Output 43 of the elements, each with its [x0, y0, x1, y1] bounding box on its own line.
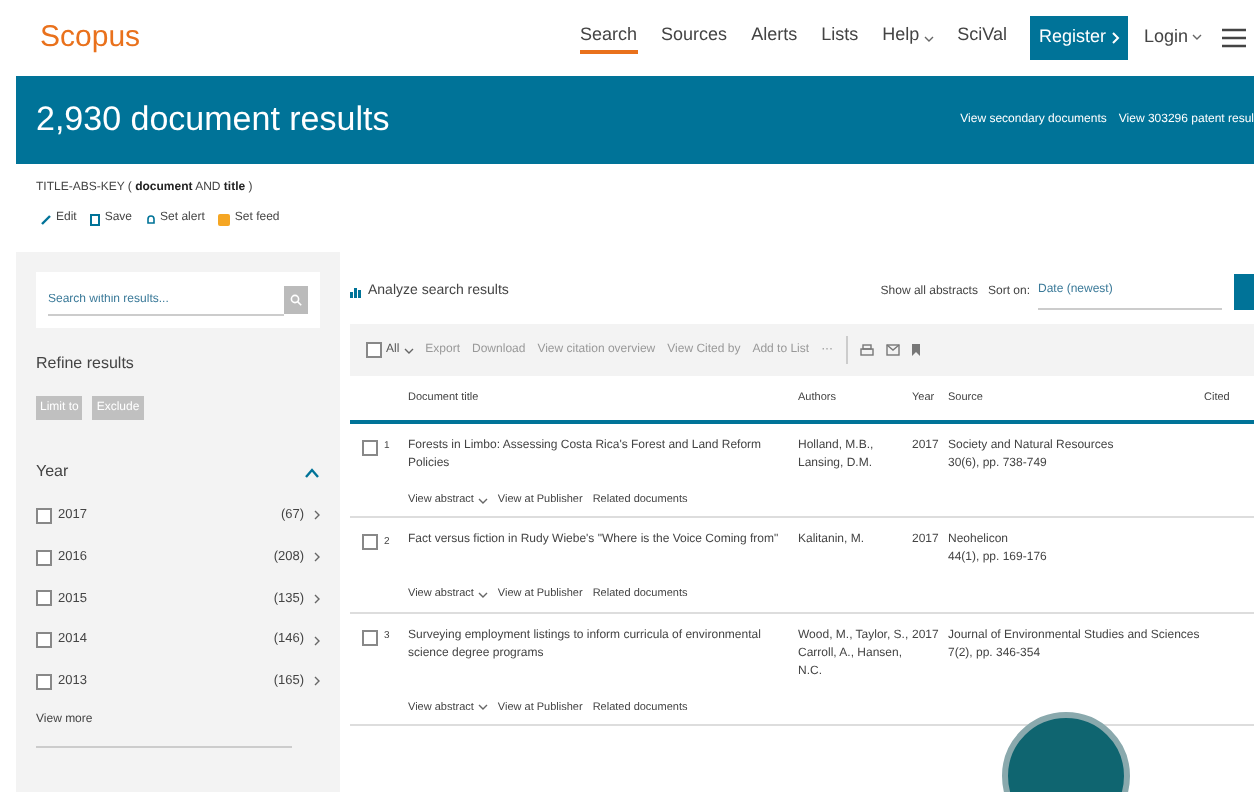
nav-link[interactable]: Alerts — [751, 21, 798, 55]
email-icon[interactable] — [885, 344, 900, 356]
nav-link[interactable]: Sources — [661, 21, 728, 55]
bell-icon — [146, 213, 157, 225]
chevron-down-icon[interactable] — [477, 497, 488, 504]
feed-icon — [218, 213, 231, 225]
chevron-icon[interactable] — [314, 510, 320, 521]
chevron-down-icon[interactable] — [1192, 34, 1202, 41]
nav-link[interactable]: SciVal — [957, 21, 1007, 55]
login-link[interactable]: Login — [1143, 24, 1188, 52]
chevron-icon[interactable] — [314, 593, 320, 604]
results-title: 2,930 document results — [36, 98, 390, 143]
chevron-icon[interactable] — [304, 467, 320, 477]
chevron-icon[interactable] — [314, 552, 320, 563]
checkbox[interactable] — [36, 673, 52, 690]
checkbox[interactable] — [36, 590, 52, 607]
pencil-icon — [40, 213, 52, 225]
refine-title: Refine results — [36, 352, 136, 376]
checkbox[interactable] — [362, 440, 378, 456]
checkbox[interactable] — [362, 534, 378, 551]
bar-chart-icon — [350, 286, 362, 298]
chevron-icon[interactable] — [314, 676, 320, 687]
chevron-down-icon[interactable] — [403, 347, 414, 353]
checkbox[interactable] — [36, 549, 52, 566]
checkbox[interactable] — [366, 342, 382, 358]
nav-link[interactable]: Help — [882, 21, 920, 55]
chevron-icon[interactable] — [314, 635, 320, 646]
print-icon[interactable] — [859, 343, 874, 357]
checkbox[interactable] — [362, 629, 378, 645]
nav-link[interactable]: Search — [580, 21, 638, 55]
checkbox[interactable] — [36, 507, 52, 524]
checkbox[interactable] — [36, 632, 52, 649]
bookmark-icon[interactable] — [911, 344, 920, 356]
chevron-down-icon[interactable] — [477, 704, 488, 711]
menu-icon[interactable] — [1222, 28, 1246, 48]
chevron-right-icon — [1111, 31, 1120, 44]
chevron-down-icon[interactable] — [477, 591, 488, 598]
document-icon — [90, 213, 101, 225]
facet-title: Year — [36, 460, 69, 484]
search-icon — [290, 294, 302, 306]
register-button[interactable]: Register — [1030, 16, 1128, 60]
nav-link[interactable]: Lists — [821, 21, 859, 55]
chevron-down-icon[interactable] — [923, 35, 934, 41]
